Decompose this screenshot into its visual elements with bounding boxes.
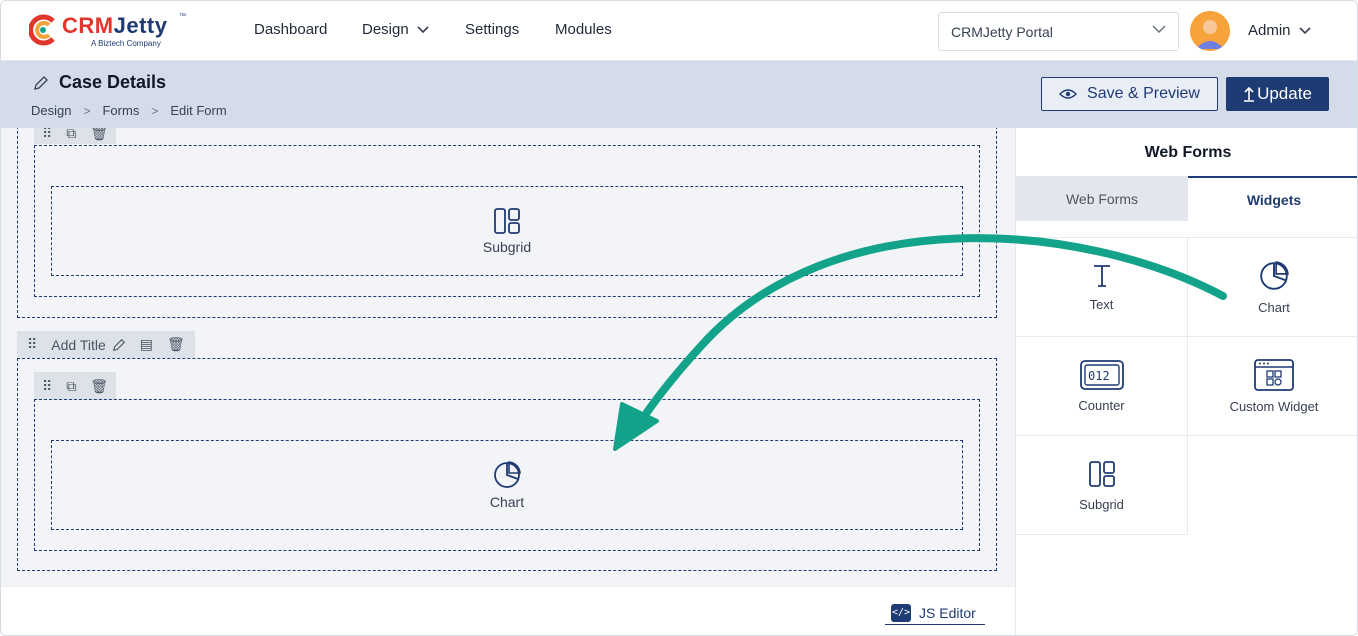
- crmjetty-logo[interactable]: CRMJetty ™ A Biztech Company: [29, 13, 199, 49]
- text-icon: [1093, 264, 1110, 287]
- widget-text[interactable]: Text: [1016, 238, 1188, 337]
- app-window: CRMJetty ™ A Biztech Company Dashboard D…: [0, 0, 1358, 636]
- components-panel: Web Forms Web Forms Widgets Text Chart 0…: [1015, 128, 1357, 635]
- subgrid-widget[interactable]: Subgrid: [51, 186, 963, 276]
- trash-icon[interactable]: 🗑︎: [90, 378, 108, 395]
- svg-text:012: 012: [1088, 369, 1110, 383]
- breadcrumb-design[interactable]: Design: [31, 103, 71, 118]
- breadcrumb-edit-form: Edit Form: [170, 103, 227, 118]
- tab-widgets[interactable]: Widgets: [1188, 176, 1357, 221]
- logo-wordmark: CRMJetty: [62, 13, 168, 38]
- widget-chart[interactable]: Chart: [1188, 238, 1357, 337]
- portal-select-value: CRMJetty Portal: [951, 23, 1053, 40]
- pencil-icon[interactable]: [33, 75, 49, 91]
- logo-tagline: A Biztech Company: [91, 39, 161, 48]
- breadcrumb-separator-icon: >: [151, 103, 159, 118]
- eye-icon: [1059, 89, 1078, 99]
- user-menu[interactable]: Admin: [1248, 22, 1311, 39]
- canvas-footer: </> JS Editor: [1, 586, 1015, 635]
- save-preview-button[interactable]: Save & Preview: [1041, 77, 1218, 111]
- page-title: Case Details: [33, 72, 166, 93]
- user-name: Admin: [1248, 22, 1291, 39]
- widget-custom[interactable]: Custom Widget: [1188, 337, 1357, 436]
- update-button[interactable]: Update: [1226, 77, 1329, 111]
- widget-subgrid[interactable]: Subgrid: [1016, 436, 1188, 535]
- chart-widget-label: Chart: [489, 494, 525, 510]
- top-navbar: CRMJetty ™ A Biztech Company Dashboard D…: [1, 1, 1357, 61]
- form-canvas: ⠿ ⧉ 🗑︎ Subgrid ⠿ Add Title ▤ 🗑︎ ⠿ ⧉ 🗑︎ C…: [1, 128, 1015, 586]
- breadcrumb-forms[interactable]: Forms: [102, 103, 139, 118]
- js-editor-button[interactable]: </> JS Editor: [885, 601, 985, 625]
- section-title[interactable]: Add Title: [51, 337, 125, 353]
- trash-icon[interactable]: 🗑︎: [90, 128, 108, 142]
- pie-chart-icon: [494, 461, 521, 488]
- chevron-down-icon: [1298, 26, 1311, 34]
- column-toolbar-1: ⠿ ⧉ 🗑︎: [34, 128, 117, 144]
- copy-icon[interactable]: ⧉: [66, 378, 76, 395]
- section-toolbar-2: ⠿ Add Title ▤ 🗑︎: [17, 331, 195, 358]
- logo-trademark: ™: [179, 13, 186, 20]
- code-icon: </>: [891, 603, 911, 622]
- nav-settings[interactable]: Settings: [465, 21, 519, 38]
- column-toolbar-2: ⠿ ⧉ 🗑︎: [34, 372, 117, 400]
- pencil-icon[interactable]: [112, 338, 126, 352]
- nav-dashboard[interactable]: Dashboard: [254, 21, 327, 38]
- nav-modules[interactable]: Modules: [555, 21, 612, 38]
- trash-icon[interactable]: 🗑︎: [167, 336, 185, 353]
- panel-title: Web Forms: [1144, 144, 1232, 161]
- chart-widget[interactable]: Chart: [51, 440, 963, 530]
- counter-icon: 012: [1079, 359, 1124, 390]
- custom-widget-icon: [1254, 358, 1294, 391]
- widget-counter[interactable]: 012 Counter: [1016, 337, 1188, 436]
- pie-chart-icon: [1260, 260, 1289, 290]
- chevron-down-icon: [1152, 25, 1166, 34]
- chevron-down-icon: [417, 25, 429, 33]
- drag-handle-icon[interactable]: ⠿: [42, 378, 52, 395]
- copy-icon[interactable]: ⧉: [66, 128, 76, 142]
- logo-mark-icon: [29, 14, 55, 46]
- avatar-person-icon: [1190, 11, 1230, 51]
- layout-icon[interactable]: ▤: [140, 336, 153, 353]
- tab-web-forms[interactable]: Web Forms: [1016, 176, 1188, 221]
- subgrid-icon: [1088, 460, 1115, 487]
- upload-arrow-icon: [1244, 86, 1255, 102]
- drag-handle-icon[interactable]: ⠿: [27, 336, 37, 353]
- drag-handle-icon[interactable]: ⠿: [42, 128, 52, 142]
- subgrid-icon: [494, 208, 520, 234]
- nav-design[interactable]: Design: [362, 21, 429, 38]
- user-avatar[interactable]: [1190, 11, 1230, 51]
- page-title-text: Case Details: [59, 72, 167, 92]
- breadcrumb: Design > Forms > Edit Form: [31, 103, 227, 118]
- portal-select[interactable]: CRMJetty Portal: [938, 12, 1179, 51]
- subgrid-widget-label: Subgrid: [482, 239, 532, 255]
- page-header: Case Details Design > Forms > Edit Form …: [1, 61, 1357, 128]
- breadcrumb-separator-icon: >: [83, 103, 91, 118]
